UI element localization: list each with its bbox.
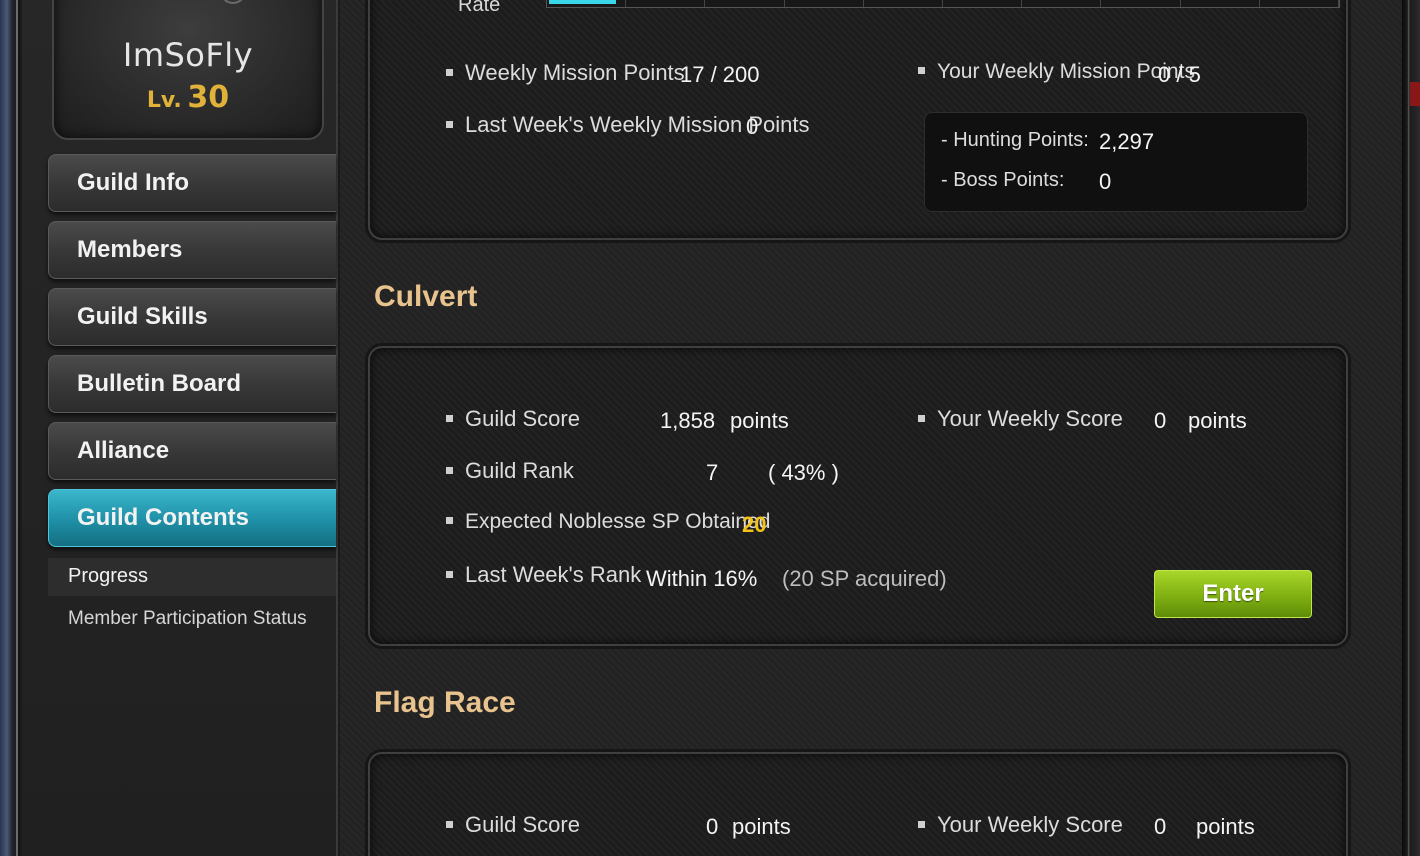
bullet-icon: [446, 68, 453, 76]
culvert-guild-rank-row: Guild Rank: [446, 458, 574, 484]
flag-race-your-weekly-score-row: Your Weekly Score: [918, 812, 1123, 838]
flag-race-title: Flag Race: [374, 686, 516, 719]
hunting-points-label: - Hunting Points:: [941, 129, 1089, 151]
culvert-your-weekly-score-label: Your Weekly Score: [937, 406, 1123, 431]
guild-contents-main: Rate Weekly Mission Points 17 / 200 Your…: [340, 0, 1402, 856]
subnav-progress[interactable]: Progress: [48, 558, 336, 596]
background-window-strip: [1410, 82, 1420, 106]
bullet-icon: [446, 516, 453, 524]
nav-bulletin-board[interactable]: Bulletin Board: [48, 355, 336, 413]
culvert-guild-score-row: Guild Score: [446, 406, 580, 432]
subnav-member-participation-status[interactable]: Member Participation Status: [48, 601, 336, 639]
your-weekly-mission-points-label: Your Weekly Mission Points: [937, 60, 1195, 83]
weekly-mission-content: Rate Weekly Mission Points 17 / 200 Your…: [370, 0, 1346, 242]
guild-name: ImSoFly: [122, 36, 254, 74]
flag-race-guild-score-label: Guild Score: [465, 812, 580, 837]
culvert-your-weekly-score-unit: points: [1188, 408, 1247, 433]
culvert-guild-score-value: 1,858: [660, 408, 716, 433]
nav-guild-skills[interactable]: Guild Skills: [48, 288, 336, 346]
bullet-icon: [446, 120, 453, 128]
guild-sidebar: ImSoFly Lv. 30 Guild Info Members Guild …: [22, 0, 338, 856]
flag-race-guild-score-unit: points: [732, 814, 791, 839]
weekly-mission-points-value: 17 / 200: [680, 62, 760, 87]
culvert-last-week-rank-value: Within 16%: [646, 566, 758, 591]
weekly-mission-points-label: Weekly Mission Points: [465, 60, 685, 85]
guild-profile-card: ImSoFly Lv. 30: [52, 0, 324, 140]
last-week-mission-points-value: 0: [746, 114, 759, 139]
culvert-guild-rank-label: Guild Rank: [465, 458, 574, 483]
boss-points-value: 0: [1099, 169, 1112, 194]
your-weekly-mission-points-value: 0 / 5: [1158, 62, 1201, 87]
flag-race-your-weekly-score-value: 0: [1154, 814, 1167, 839]
flag-race-guild-score-row: Guild Score: [446, 812, 580, 838]
flag-race-your-weekly-score-label: Your Weekly Score: [937, 812, 1123, 837]
bullet-icon: [446, 820, 453, 828]
bullet-icon: [918, 820, 925, 828]
bullet-icon: [446, 466, 453, 474]
points-breakdown-box: - Hunting Points: 2,297 - Boss Points: 0: [924, 112, 1308, 212]
culvert-your-weekly-score-row: Your Weekly Score: [918, 406, 1123, 432]
culvert-guild-rank-percent: ( 43% ): [768, 460, 839, 485]
flag-race-panel: Guild Score 0 points Your Weekly Score 0…: [368, 752, 1348, 856]
window-left-edge: [0, 0, 20, 856]
culvert-title: Culvert: [374, 280, 478, 313]
your-weekly-mission-points-row: Your Weekly Mission Points: [918, 60, 1195, 84]
culvert-last-week-rank-note: (20 SP acquired): [782, 566, 947, 591]
bullet-icon: [918, 66, 925, 74]
culvert-your-weekly-score-value: 0: [1154, 408, 1167, 433]
culvert-last-week-rank-row: Last Week's Rank: [446, 562, 641, 588]
nav-members[interactable]: Members: [48, 221, 336, 279]
culvert-noblesse-value: 20: [742, 512, 767, 537]
culvert-noblesse-row: Expected Noblesse SP Obtained: [446, 510, 770, 534]
culvert-enter-button[interactable]: Enter: [1154, 570, 1312, 618]
nav-guild-info[interactable]: Guild Info: [48, 154, 336, 212]
culvert-panel: Guild Score 1,858 points Your Weekly Sco…: [368, 346, 1348, 646]
culvert-guild-score-label: Guild Score: [465, 406, 580, 431]
bullet-icon: [446, 570, 453, 578]
bullet-icon: [446, 414, 453, 422]
flag-race-your-weekly-score-unit: points: [1196, 814, 1255, 839]
weekly-mission-points-row: Weekly Mission Points: [446, 60, 685, 86]
boss-points-label: - Boss Points:: [941, 169, 1065, 191]
bullet-icon: [918, 414, 925, 422]
culvert-guild-score-unit: points: [730, 408, 789, 433]
mission-rate-fill: [549, 0, 617, 4]
weekly-mission-panel: Rate Weekly Mission Points 17 / 200 Your…: [368, 0, 1348, 240]
flag-race-guild-score-value: 0: [706, 814, 719, 839]
level-prefix: Lv.: [146, 88, 182, 113]
guild-emblem-icon: [220, 0, 246, 4]
window-right-edge: [1402, 0, 1420, 856]
level-number: 30: [187, 80, 230, 115]
culvert-noblesse-label: Expected Noblesse SP Obtained: [465, 510, 771, 533]
guild-level: Lv. 30: [54, 80, 322, 115]
nav-alliance[interactable]: Alliance: [48, 422, 336, 480]
mission-rate-label: Rate: [458, 0, 501, 16]
mission-rate-bar: [546, 0, 1340, 8]
culvert-guild-rank-value: 7: [706, 460, 719, 485]
nav-guild-contents[interactable]: Guild Contents: [48, 489, 336, 547]
hunting-points-value: 2,297: [1099, 129, 1155, 154]
culvert-last-week-rank-label: Last Week's Rank: [465, 562, 642, 587]
